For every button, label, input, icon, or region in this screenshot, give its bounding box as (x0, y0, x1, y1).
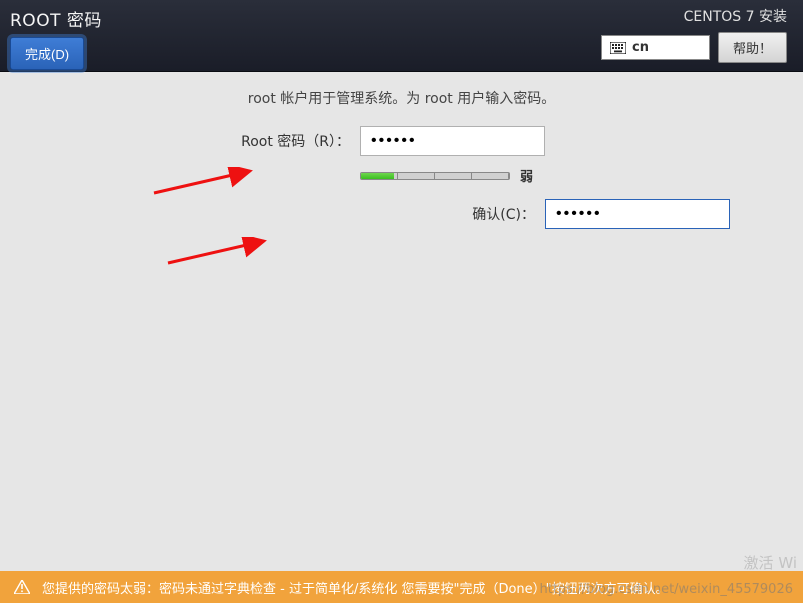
confirm-password-field[interactable] (545, 199, 730, 229)
page-title: ROOT 密码 (10, 6, 102, 31)
keyboard-layout-indicator[interactable]: cn (601, 35, 710, 60)
password-strength-meter (360, 172, 510, 180)
installer-title: CENTOS 7 安装 (684, 6, 787, 26)
header-bar: ROOT 密码 完成(D) CENTOS 7 安装 cn 帮助！ (0, 0, 803, 72)
password-strength-fill (361, 173, 394, 179)
warning-icon (14, 580, 30, 594)
main-content: root 帐户用于管理系统。为 root 用户输入密码。 Root 密码（R）：… (0, 72, 803, 571)
keyboard-layout-code: cn (632, 40, 649, 55)
keyboard-icon (610, 42, 626, 54)
root-password-field[interactable] (360, 126, 545, 156)
instruction-text: root 帐户用于管理系统。为 root 用户输入密码。 (0, 88, 803, 108)
done-button[interactable]: 完成(D) (10, 37, 84, 70)
warning-bar: 您提供的密码太弱：密码未通过字典检查 - 过于简单化/系统化 您需要按"完成（D… (0, 571, 803, 603)
password-strength-label: 弱 (520, 166, 533, 185)
os-activation-watermark: 激活 Wi (744, 552, 797, 573)
confirm-label: 确认(C)： (360, 204, 545, 224)
source-watermark: https://blog.csdn.net/weixin_45579026 (539, 582, 793, 597)
password-label: Root 密码（R）： (0, 131, 360, 151)
annotation-arrow-icon (164, 237, 274, 267)
help-button[interactable]: 帮助！ (718, 32, 787, 63)
